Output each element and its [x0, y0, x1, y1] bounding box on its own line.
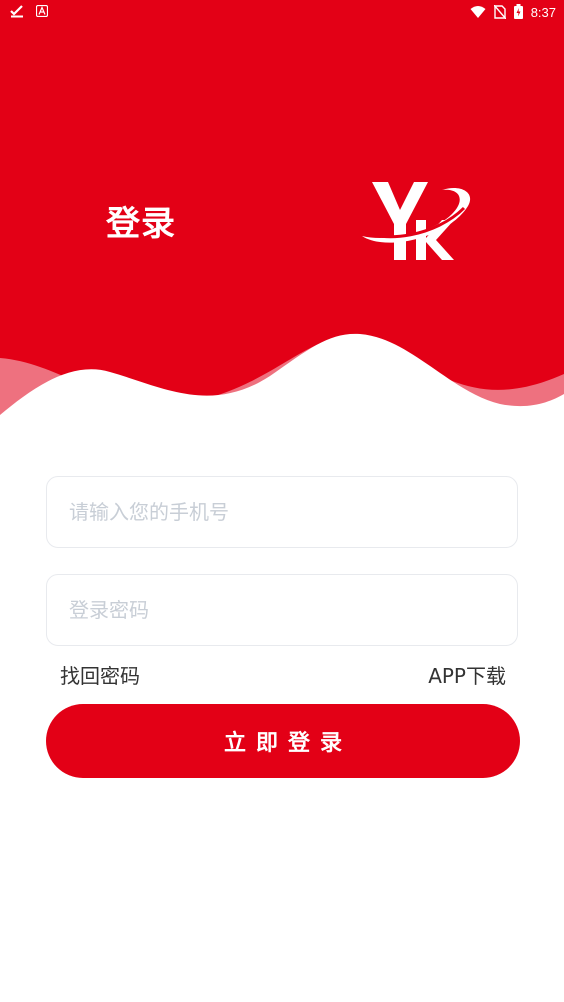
status-bar-left	[10, 4, 49, 21]
status-time: 8:37	[530, 5, 556, 20]
phone-field[interactable]	[46, 476, 518, 548]
yk-logo-icon	[356, 180, 474, 268]
wave-decoration	[0, 333, 564, 430]
forgot-password-link[interactable]: 找回密码	[60, 660, 140, 689]
status-bar: 8:37	[0, 0, 564, 24]
wifi-icon	[470, 5, 486, 22]
font-a-icon	[35, 4, 49, 20]
phone-input[interactable]	[47, 477, 517, 547]
no-sim-icon	[493, 4, 507, 22]
password-input[interactable]	[47, 575, 517, 645]
battery-charging-icon	[513, 4, 523, 22]
app-download-link[interactable]: APP下载	[428, 660, 506, 689]
login-button[interactable]: 立即登录	[46, 704, 520, 778]
page-title: 登录	[106, 204, 176, 244]
header-banner: 8:37 登录	[0, 0, 564, 430]
checkmark-download-icon	[10, 4, 24, 21]
status-bar-right: 8:37	[470, 4, 556, 22]
password-field[interactable]	[46, 574, 518, 646]
